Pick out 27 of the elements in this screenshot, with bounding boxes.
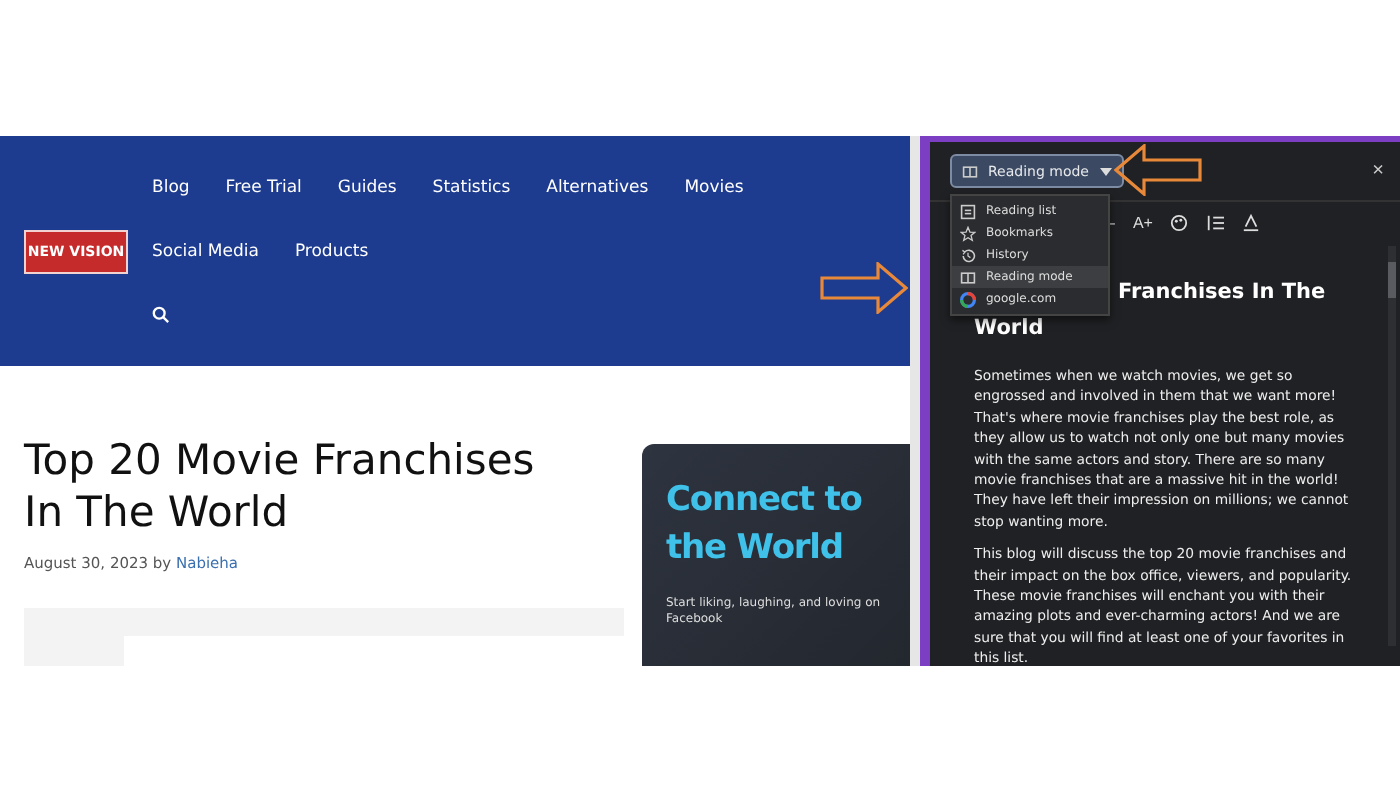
palette-icon[interactable] xyxy=(1170,213,1189,231)
star-icon xyxy=(960,225,976,241)
nav-link[interactable]: Alternatives xyxy=(546,177,649,197)
list-icon xyxy=(960,203,976,219)
letter-spacing-icon[interactable] xyxy=(1242,213,1261,231)
nav-link[interactable]: Guides xyxy=(337,177,397,197)
nav-link[interactable]: Products xyxy=(294,241,369,261)
nav-link[interactable]: Statistics xyxy=(432,177,511,197)
article-title: Top 20 Movie Franchises In The World xyxy=(24,434,537,538)
book-icon xyxy=(962,163,978,179)
history-icon xyxy=(960,247,976,263)
line-spacing-icon[interactable] xyxy=(1206,213,1225,231)
search-icon[interactable] xyxy=(152,306,170,324)
close-button[interactable]: × xyxy=(1372,160,1384,182)
book-icon xyxy=(960,269,976,285)
arrow-annotation xyxy=(820,262,908,314)
nav-link[interactable]: Movies xyxy=(684,177,744,197)
caret-icon xyxy=(1099,167,1111,175)
promo-heading: Connect to the World xyxy=(666,478,864,572)
reader-heading: Franchises In The xyxy=(1118,278,1326,308)
site-icon xyxy=(960,291,976,307)
increase-font-button[interactable]: A+ xyxy=(1132,213,1153,231)
nav-link[interactable]: Social Media xyxy=(152,241,259,261)
nav-link[interactable]: Blog xyxy=(152,177,190,197)
arrow-annotation xyxy=(1114,144,1202,196)
reader-heading: World xyxy=(974,314,1044,344)
nav-link[interactable]: Free Trial xyxy=(225,177,302,197)
